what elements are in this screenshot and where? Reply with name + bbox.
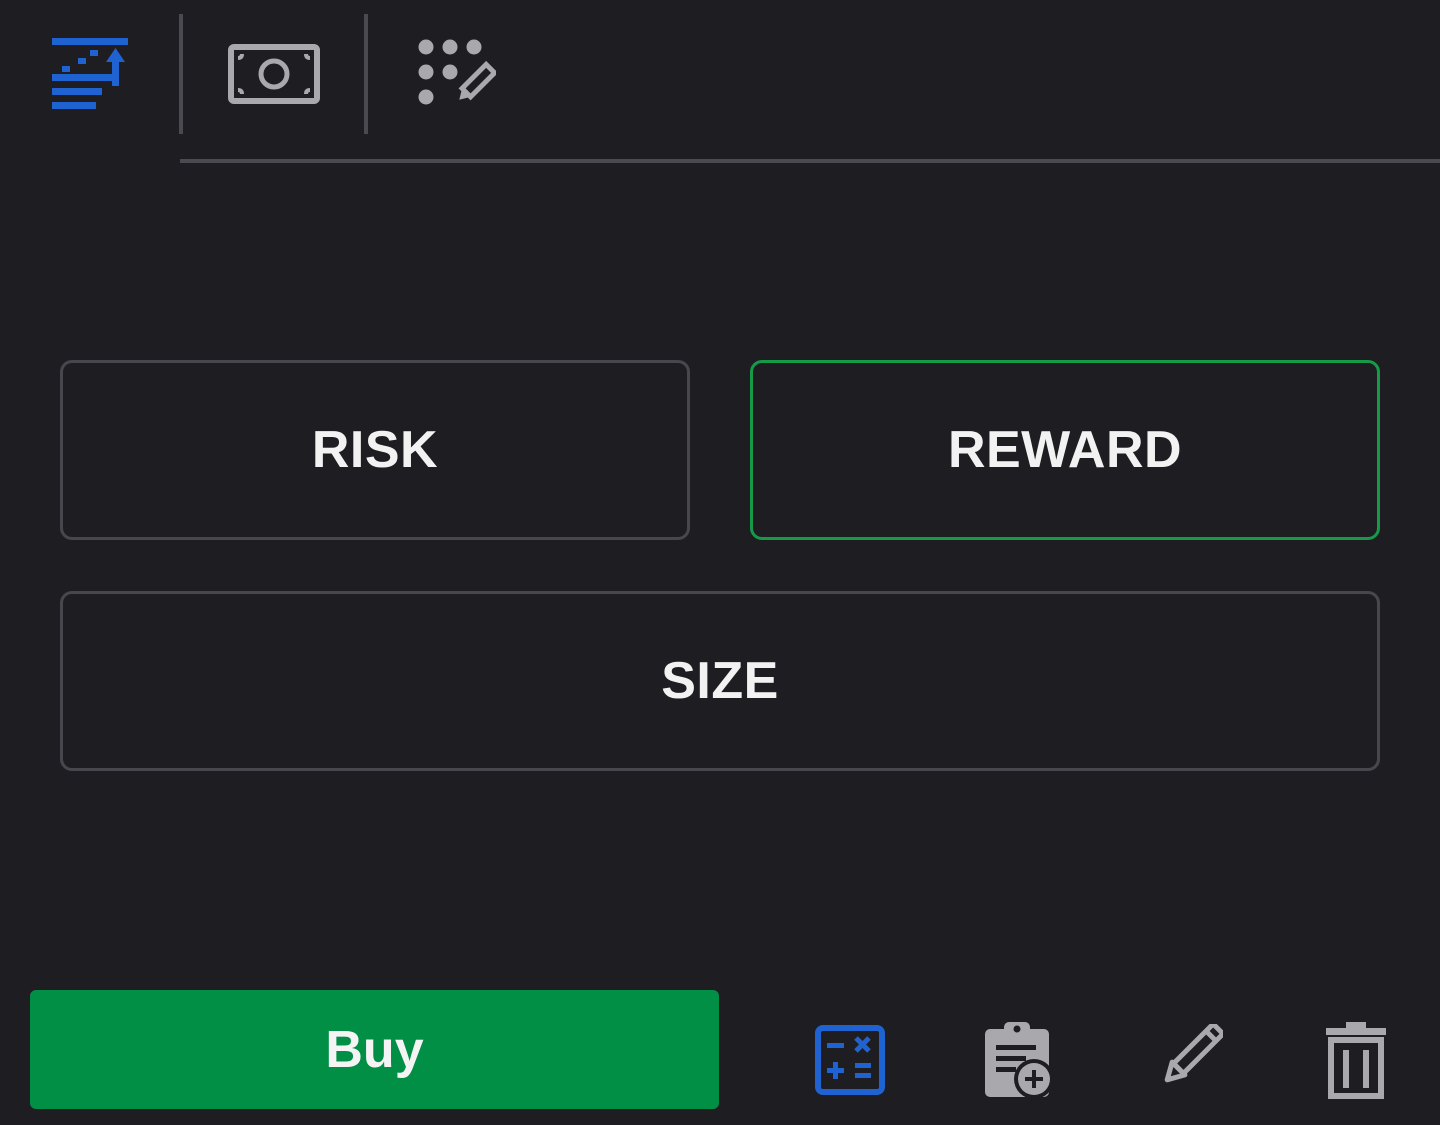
tab-divider xyxy=(364,14,368,134)
size-field[interactable]: SIZE xyxy=(60,591,1380,771)
tab-money[interactable] xyxy=(214,14,334,134)
tab-bar-underline xyxy=(180,159,1440,163)
calculator-icon xyxy=(815,1025,885,1095)
risk-label: RISK xyxy=(311,421,439,479)
trash-icon xyxy=(1326,1022,1386,1099)
clipboard-add-button[interactable] xyxy=(970,1010,1070,1110)
banknote-icon xyxy=(228,44,320,104)
buy-button[interactable]: Buy xyxy=(30,990,719,1109)
reward-label: REWARD xyxy=(947,421,1183,479)
clipboard-add-icon xyxy=(985,1022,1054,1099)
calculator-button[interactable] xyxy=(800,1010,900,1110)
pencil-icon xyxy=(1164,1024,1223,1083)
delete-button[interactable] xyxy=(1306,1010,1406,1110)
reward-field[interactable]: REWARD xyxy=(750,360,1380,540)
size-label: SIZE xyxy=(661,652,779,710)
sort-ascending-icon xyxy=(52,38,128,109)
risk-field[interactable]: RISK xyxy=(60,360,690,540)
tab-order-entry[interactable] xyxy=(30,14,150,134)
tab-custom-keypad[interactable] xyxy=(396,14,516,134)
dot-grid-edit-icon xyxy=(418,39,496,105)
buy-button-label: Buy xyxy=(325,1020,424,1079)
tab-divider xyxy=(179,14,183,134)
order-panel: RISK REWARD SIZE Buy xyxy=(0,0,1440,1125)
edit-button[interactable] xyxy=(1137,1010,1237,1110)
